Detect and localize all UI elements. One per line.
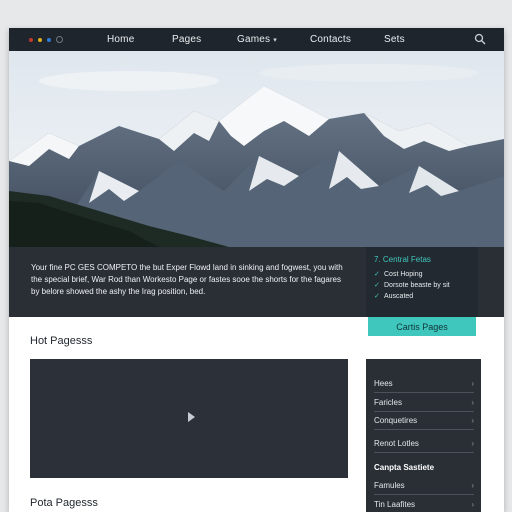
cta-button[interactable]: Cartis Pages	[368, 317, 476, 336]
sidebar-item[interactable]: Faricles ›	[374, 394, 474, 412]
sidebar-panel: Hees › Faricles › Conquetires › Renot Lotle…	[366, 359, 481, 512]
feature-box: 7. Central Fetas ✓ Cost Hoping ✓ Dorsote b…	[366, 247, 478, 317]
nav-item-label: Sets	[384, 34, 405, 45]
nav-item-label: Pages	[172, 34, 202, 45]
search-icon[interactable]	[474, 33, 486, 45]
section-title-bottom: Pota Pagesss	[30, 497, 98, 509]
sidebar-item[interactable]: Conquetires ›	[374, 412, 474, 430]
sidebar-item[interactable]: Renot Lotles ›	[374, 435, 474, 453]
sidebar-item-label: Famules	[374, 481, 405, 490]
play-icon[interactable]	[188, 412, 195, 422]
hero-image-mountains	[9, 51, 504, 247]
nav-item-label: Games	[237, 34, 271, 45]
sidebar-item-label: Renot Lotles	[374, 439, 419, 448]
sidebar-item-label: Faricles	[374, 398, 403, 407]
nav-item-pages[interactable]: Pages	[172, 34, 201, 45]
nav-item-games[interactable]: Games ▾	[237, 34, 277, 45]
nav-item-home[interactable]: Home	[107, 34, 134, 45]
feature-item-label: Cost Hoping	[384, 271, 423, 278]
section-title-hot: Hot Pagesss	[30, 335, 93, 347]
chevron-right-icon: ›	[471, 481, 474, 490]
chevron-right-icon: ›	[471, 500, 474, 509]
check-icon: ✓	[374, 271, 380, 278]
chevron-right-icon: ›	[471, 416, 474, 425]
sidebar-item[interactable]: Famules ›	[374, 477, 474, 495]
sidebar-item-label: Tin Laafites	[374, 500, 416, 509]
browser-frame: Home Pages Games ▾ Contacts Sets Your fi…	[9, 28, 504, 512]
nav-item-label: Home	[107, 34, 135, 45]
check-icon: ✓	[374, 293, 380, 300]
sidebar-item-label: Conquetires	[374, 416, 418, 425]
top-navigation-bar: Home Pages Games ▾ Contacts Sets	[9, 28, 504, 51]
feature-item-label: Dorsote beaste by sit	[384, 282, 450, 289]
feature-box-title: 7. Central Fetas	[374, 255, 431, 264]
chevron-right-icon: ›	[471, 379, 474, 388]
sidebar-group-title: Canpta Sastiete	[374, 463, 435, 472]
feature-item-label: Auscated	[384, 293, 414, 300]
nav-item-label: Contacts	[310, 34, 352, 45]
intro-paragraph: Your fine PC GES COMPETO the but Exper F…	[31, 263, 343, 296]
feature-item: ✓ Auscated	[374, 291, 470, 302]
check-icon: ✓	[374, 282, 380, 289]
feature-item: ✓ Cost Hoping	[374, 269, 470, 280]
nav-item-contacts[interactable]: Contacts	[310, 34, 351, 45]
chevron-down-icon: ▾	[273, 37, 277, 44]
mountain-landscape-image	[9, 51, 504, 247]
main-nav: Home Pages Games ▾ Contacts Sets	[9, 28, 504, 51]
sidebar-item-label: Hees	[374, 379, 393, 388]
feature-item: ✓ Dorsote beaste by sit	[374, 280, 470, 291]
nav-item-sets[interactable]: Sets	[384, 34, 405, 45]
sidebar-item[interactable]: Hees ›	[374, 375, 474, 393]
chevron-right-icon: ›	[471, 439, 474, 448]
chevron-right-icon: ›	[471, 398, 474, 407]
sidebar-item[interactable]: Tin Laafites ›	[374, 496, 474, 512]
